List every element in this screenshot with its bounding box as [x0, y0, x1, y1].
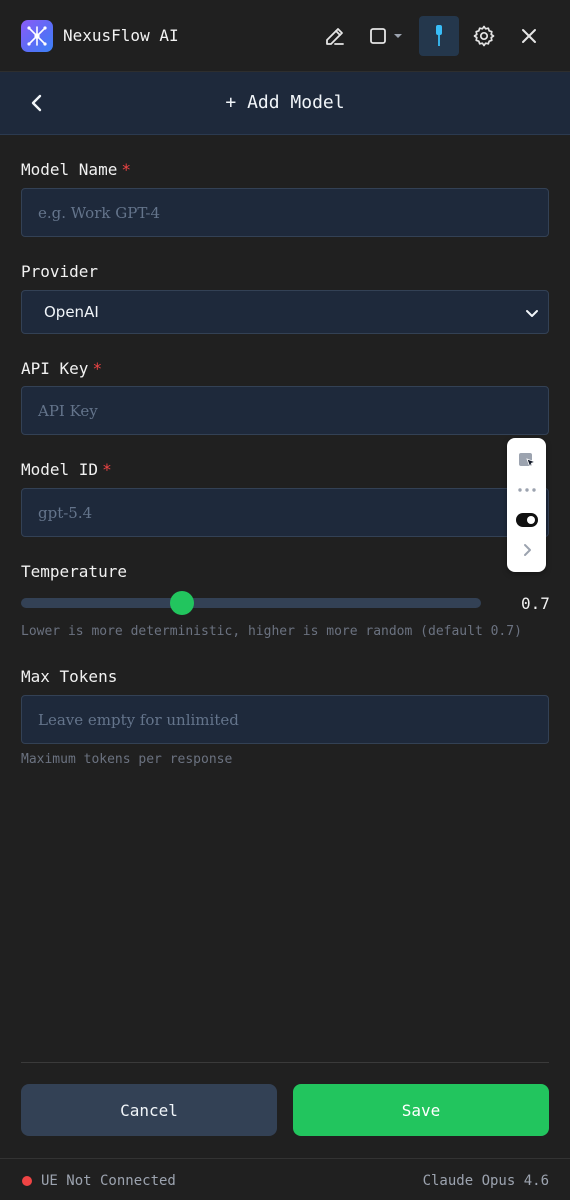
provider-selected-value: OpenAI — [44, 303, 99, 321]
provider-label: Provider — [21, 262, 99, 281]
max-tokens-placeholder: Leave empty for unlimited — [38, 710, 239, 729]
temperature-value: 0.7 — [521, 594, 550, 613]
app-logo-icon — [21, 20, 53, 52]
api-key-label-text: API Key — [21, 359, 89, 378]
api-key-input[interactable]: API Key — [21, 386, 549, 435]
select-tool-button[interactable] — [507, 448, 546, 474]
edit-button[interactable] — [315, 16, 355, 56]
page-header: + Add Model — [0, 72, 570, 135]
api-key-placeholder: API Key — [38, 401, 98, 420]
temperature-hint: Lower is more deterministic, higher is m… — [21, 624, 522, 639]
connection-status-text: UE Not Connected — [41, 1173, 176, 1189]
page-title: + Add Model — [225, 92, 345, 113]
save-button[interactable]: Save — [293, 1084, 549, 1136]
connection-status-dot — [22, 1176, 32, 1186]
model-id-label-text: Model ID — [21, 460, 99, 479]
gear-icon — [473, 25, 495, 47]
model-name-placeholder: e.g. Work GPT-4 — [38, 203, 160, 222]
temperature-label: Temperature — [21, 562, 127, 581]
chevron-right-icon — [523, 544, 531, 556]
caret-down-icon — [393, 34, 402, 38]
pin-icon — [436, 25, 442, 46]
floating-toolbar — [507, 438, 546, 572]
max-tokens-input[interactable]: Leave empty for unlimited — [21, 695, 549, 744]
title-bar: NexusFlow AI — [0, 0, 570, 72]
pin-button[interactable] — [419, 16, 459, 56]
window-mode-dropdown[interactable] — [362, 16, 410, 56]
provider-select[interactable]: OpenAI — [21, 290, 549, 334]
model-name-label: Model Name * — [21, 160, 131, 179]
model-name-input[interactable]: e.g. Work GPT-4 — [21, 188, 549, 237]
max-tokens-label: Max Tokens — [21, 667, 118, 686]
toggle-button[interactable] — [507, 510, 546, 530]
expand-toolbar-button[interactable] — [507, 538, 546, 562]
close-button[interactable] — [509, 16, 549, 56]
cancel-button[interactable]: Cancel — [21, 1084, 277, 1136]
temperature-slider[interactable] — [21, 591, 481, 615]
more-dots-icon — [517, 488, 536, 492]
max-tokens-hint: Maximum tokens per response — [21, 752, 233, 767]
model-id-label: Model ID * — [21, 460, 112, 479]
status-bar: UE Not Connected Claude Opus 4.6 — [0, 1158, 570, 1200]
temperature-slider-thumb[interactable] — [170, 591, 194, 615]
more-options-button[interactable] — [507, 482, 546, 498]
model-id-placeholder: gpt-5.4 — [38, 503, 93, 522]
required-mark: * — [102, 460, 112, 479]
model-name-label-text: Model Name — [21, 160, 118, 179]
settings-button[interactable] — [464, 16, 504, 56]
model-id-input[interactable]: gpt-5.4 — [21, 488, 549, 537]
toggle-icon — [515, 513, 538, 527]
required-mark: * — [92, 359, 103, 378]
app-title: NexusFlow AI — [63, 26, 179, 45]
pencil-icon — [326, 28, 344, 45]
close-icon — [522, 29, 536, 43]
current-model-text[interactable]: Claude Opus 4.6 — [423, 1173, 549, 1189]
chevron-down-icon — [526, 310, 538, 317]
square-icon — [369, 28, 386, 44]
api-key-label: API Key * — [21, 359, 102, 378]
divider — [21, 1062, 549, 1063]
select-cursor-icon — [518, 453, 536, 469]
required-mark: * — [121, 160, 131, 179]
